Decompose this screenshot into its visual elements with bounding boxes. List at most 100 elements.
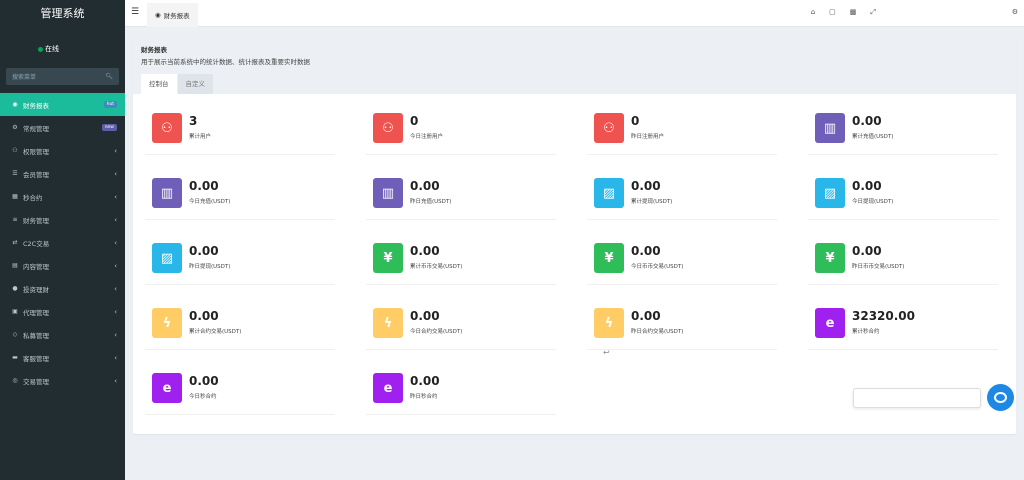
tab-console[interactable]: 控制台 bbox=[141, 74, 177, 94]
stat-label: 昨日充值(USDT) bbox=[410, 199, 452, 205]
chevron-left-icon: ‹ bbox=[114, 169, 117, 178]
stat-label: 昨日提现(USDT) bbox=[189, 264, 231, 270]
bag-icon: ▨ bbox=[152, 243, 182, 273]
stat-card: ¥0.00 累计币币交易(USDT) bbox=[366, 235, 556, 285]
stat-value: 0.00 bbox=[189, 309, 219, 323]
stat-value: 3 bbox=[189, 114, 198, 128]
sidebar-item[interactable]: ▤ 内容管理 ‹ bbox=[0, 254, 125, 277]
stat-card: e 0.00 今日秒合约 bbox=[145, 365, 335, 415]
stat-label: 累计币币交易(USDT) bbox=[410, 264, 463, 270]
stat-label: 昨日秒合约 bbox=[410, 394, 438, 400]
topbar-tools: ⌂ ▢ ▩ ⤢ bbox=[811, 8, 876, 17]
stat-card: ⚇ 0 今日注册用户 bbox=[366, 105, 556, 155]
ie-icon: e bbox=[373, 373, 403, 403]
stat-label: 昨日注册用户 bbox=[631, 134, 665, 140]
list-icon: ☰ bbox=[12, 170, 18, 177]
stat-card: ¥0.00 今日币币交易(USDT) bbox=[587, 235, 777, 285]
ie-icon: e bbox=[815, 308, 845, 338]
trash-icon[interactable]: ▢ bbox=[829, 8, 836, 17]
stat-value: 0.00 bbox=[410, 244, 440, 258]
stat-value: 0 bbox=[410, 114, 419, 128]
fullscreen-icon[interactable]: ⤢ bbox=[870, 8, 876, 17]
sidebar-item[interactable]: ⚙ 常规管理 new bbox=[0, 116, 125, 139]
stat-label: 昨日币币交易(USDT) bbox=[852, 264, 905, 270]
stat-card: e 0.00 昨日秒合约 bbox=[366, 365, 556, 415]
search-icon[interactable]: 🔍︎ bbox=[105, 73, 113, 80]
chat-input-box[interactable] bbox=[853, 388, 981, 408]
content-icon: ▤ bbox=[12, 262, 18, 269]
stat-value: 0 bbox=[631, 114, 640, 128]
language-icon[interactable]: ▩ bbox=[850, 8, 857, 17]
stat-label: 今日注册用户 bbox=[410, 134, 444, 140]
stat-card: ⚇ 3 累计用户 bbox=[145, 105, 335, 155]
search-input[interactable]: 搜索菜单 🔍︎ bbox=[6, 68, 119, 85]
settings-icon[interactable]: ⚙ bbox=[1012, 8, 1018, 16]
gears-icon: ⚙ bbox=[12, 124, 18, 131]
chevron-left-icon: ‹ bbox=[114, 330, 117, 339]
stat-label: 今日币币交易(USDT) bbox=[631, 264, 684, 270]
bag-icon: ▨ bbox=[815, 178, 845, 208]
sidebar-item[interactable]: ◎ 交易管理 ‹ bbox=[0, 369, 125, 392]
dashboard-icon: ◉ bbox=[155, 11, 161, 19]
stat-value: 0.00 bbox=[631, 179, 661, 193]
stat-value: 0.00 bbox=[189, 244, 219, 258]
sidebar-item-label: 会员管理 bbox=[23, 170, 49, 179]
sidebar-item[interactable]: ▣ 代理管理 ‹ bbox=[0, 300, 125, 323]
sidebar-item[interactable]: ☰ 会员管理 ‹ bbox=[0, 162, 125, 185]
chat-bubble-icon bbox=[994, 392, 1007, 403]
bag-icon: ▨ bbox=[594, 178, 624, 208]
sidebar-item-label: 交易管理 bbox=[23, 377, 49, 386]
brand-title: 管理系统 bbox=[0, 0, 125, 27]
panel-header: 财务报表 用于展示当前系统中的统计数据、统计报表及重要实时数据 控制台 自定义 bbox=[133, 37, 1016, 94]
menu-toggle-icon[interactable]: ☰ bbox=[131, 7, 139, 17]
sidebar-badge: new bbox=[101, 124, 117, 131]
sidebar-menu: ◉ 财务报表 hot ⚙ 常规管理 new ⚇ 权限管理 ‹ ☰ 会员管理 ‹ ▦ 秒合约 ‹ ≡ 财务管理 ‹ ⇄… bbox=[0, 93, 125, 392]
calendar-icon: ▦ bbox=[12, 193, 18, 200]
stat-card: ▥ 0.00 昨日充值(USDT) bbox=[366, 170, 556, 220]
home-icon[interactable]: ⌂ bbox=[811, 8, 815, 17]
sidebar-item[interactable]: ◇ 私募管理 ‹ bbox=[0, 323, 125, 346]
stat-label: 累计秒合约 bbox=[852, 329, 880, 335]
sidebar-item[interactable]: ▦ 秒合约 ‹ bbox=[0, 185, 125, 208]
c2c-icon: ⇄ bbox=[12, 239, 18, 246]
sidebar-item-label: 投资理财 bbox=[23, 285, 49, 294]
sidebar-item-label: C2C交易 bbox=[23, 239, 50, 248]
chat-button[interactable] bbox=[987, 384, 1014, 411]
online-dot-icon bbox=[38, 46, 43, 52]
invest-icon: ● bbox=[12, 285, 18, 292]
stat-label: 昨日合约交易(USDT) bbox=[631, 329, 684, 335]
stat-label: 今日充值(USDT) bbox=[189, 199, 231, 205]
stat-card: ▨ 0.00 今日提现(USDT) bbox=[808, 170, 998, 220]
mouse-cursor-icon: ↩ bbox=[603, 348, 610, 357]
stat-card: ▥ 0.00 累计充值(USDT) bbox=[808, 105, 998, 155]
sidebar-item[interactable]: ● 投资理财 ‹ bbox=[0, 277, 125, 300]
stat-card: e 32320.00 累计秒合约 bbox=[808, 300, 998, 350]
search-placeholder: 搜索菜单 bbox=[12, 74, 37, 81]
stat-card: ϟ 0.00 今日合约交易(USDT) bbox=[366, 300, 556, 350]
sidebar: 管理系统 在线 搜索菜单 🔍︎ ◉ 财务报表 hot ⚙ 常规管理 new ⚇ 权限管理 ‹ ☰ 会… bbox=[0, 0, 125, 480]
sidebar-item[interactable]: ≡ 财务管理 ‹ bbox=[0, 208, 125, 231]
user-status: 在线 bbox=[38, 44, 59, 54]
stat-card: ϟ 0.00 累计合约交易(USDT) bbox=[145, 300, 335, 350]
topbar: ☰ ◉ 财务报表 ⌂ ▢ ▩ ⤢ ⚙ bbox=[125, 0, 1024, 27]
sidebar-item-label: 常规管理 bbox=[23, 124, 49, 133]
sidebar-item[interactable]: ⚇ 权限管理 ‹ bbox=[0, 139, 125, 162]
stat-card: ⚇ 0 昨日注册用户 bbox=[587, 105, 777, 155]
stat-label: 今日提现(USDT) bbox=[852, 199, 894, 205]
yen-icon: ¥ bbox=[373, 243, 403, 273]
tab-custom[interactable]: 自定义 bbox=[177, 74, 213, 94]
main-panel: 财务报表 用于展示当前系统中的统计数据、统计报表及重要实时数据 控制台 自定义 … bbox=[133, 37, 1016, 434]
sidebar-item[interactable]: ◉ 财务报表 hot bbox=[0, 93, 125, 116]
stat-value: 0.00 bbox=[631, 309, 661, 323]
sidebar-item[interactable]: ▬ 客服管理 ‹ bbox=[0, 346, 125, 369]
chevron-left-icon: ‹ bbox=[114, 376, 117, 385]
stat-value: 0.00 bbox=[189, 179, 219, 193]
sidebar-item[interactable]: ⇄ C2C交易 ‹ bbox=[0, 231, 125, 254]
stat-value: 0.00 bbox=[852, 244, 882, 258]
tab-finance-report[interactable]: ◉ 财务报表 bbox=[147, 3, 198, 27]
diamond-icon: ◇ bbox=[12, 331, 18, 338]
sidebar-item-label: 财务报表 bbox=[23, 101, 49, 110]
stat-value: 0.00 bbox=[410, 179, 440, 193]
user-status-label: 在线 bbox=[45, 45, 59, 53]
database-icon: ≡ bbox=[12, 216, 18, 223]
